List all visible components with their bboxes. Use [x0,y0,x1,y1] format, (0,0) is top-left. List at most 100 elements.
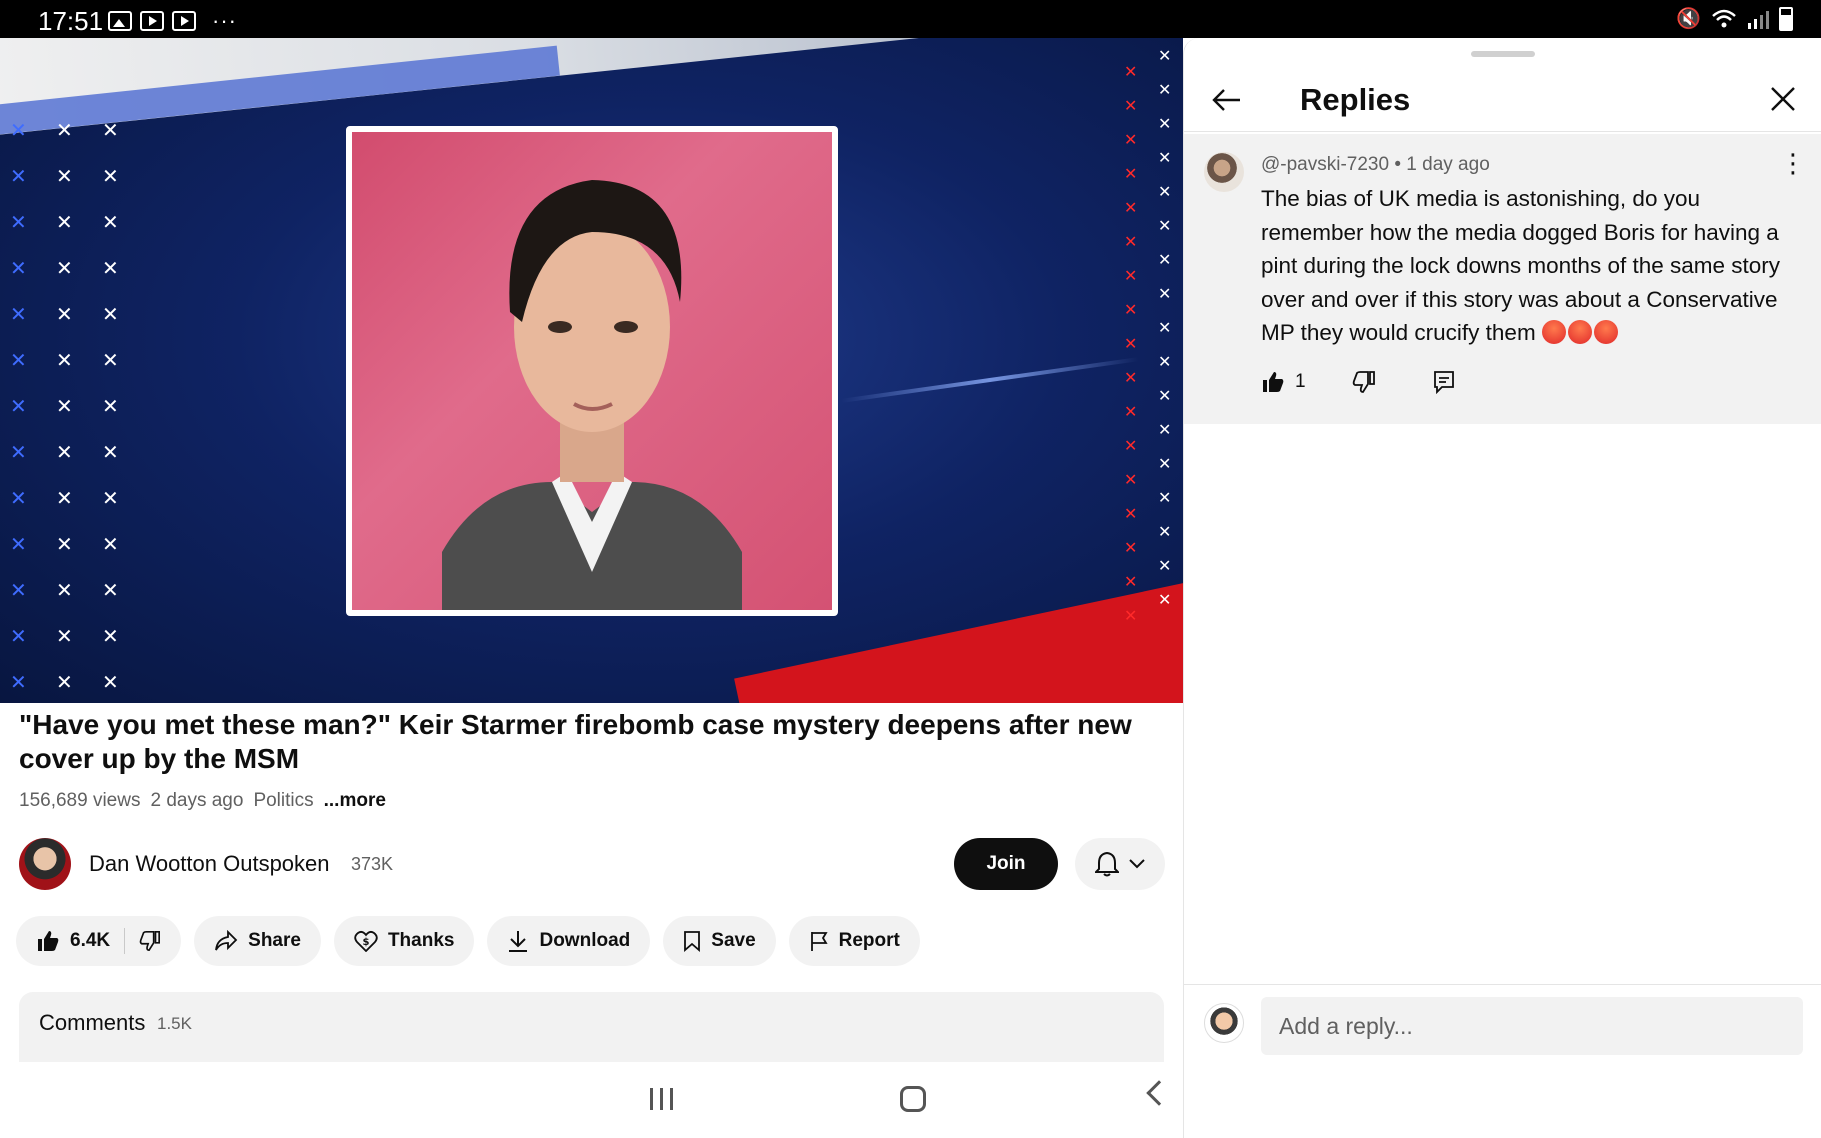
thanks-label: Thanks [387,930,455,951]
more-link[interactable]: ...more [324,790,386,812]
upload-age: 2 days ago [150,790,244,811]
thumbnail-x-mark: ✕ [1158,320,1172,337]
thumbnail-x-mark: ✕ [1158,558,1172,575]
more-vert-icon[interactable]: ⋮ [1780,150,1806,176]
thumbnail-portrait [346,126,838,616]
share-icon [215,930,238,951]
thumbnail-x-mark: ✕ [102,626,119,648]
thumbs-up-icon[interactable] [36,929,60,953]
comment-header: @-pavski-7230 • 1 day ago [1261,154,1490,176]
replies-title: Replies [1300,82,1411,117]
thanks-button[interactable]: $ Thanks [333,916,475,966]
comments-count: 1.5K [157,1014,192,1033]
thumbnail-x-mark: ✕ [1158,456,1172,473]
thumbs-down-icon[interactable] [139,930,161,952]
thumbnail-x-mark: ✕ [102,304,119,326]
youtube-icon [140,11,164,31]
thumbnail-x-mark: ✕ [1158,524,1172,541]
thumbnail-x-mark: ✕ [102,442,119,464]
comment-author[interactable]: @-pavski-7230 [1261,154,1389,175]
comment-like-count: 1 [1295,371,1306,392]
video-meta[interactable]: 156,689 views 2 days ago Politics ...mor… [19,790,386,812]
thumbnail-x-mark: ✕ [10,442,27,464]
thumbnail-x-mark: ✕ [102,258,119,280]
download-button[interactable]: Download [487,916,651,966]
channel-row: Dan Wootton Outspoken 373K Join [19,838,1169,892]
report-button[interactable]: Report [788,916,920,966]
comment-age: 1 day ago [1406,154,1490,175]
thumbnail-x-mark: ✕ [1124,98,1138,115]
commenter-avatar[interactable] [1204,152,1244,192]
status-bar: 17:51 ··· 🔇 [0,0,1821,38]
thumbnail-x-mark: ✕ [10,304,27,326]
like-dislike-group: 6.4K [16,916,182,966]
back-nav-icon[interactable] [1146,1080,1172,1106]
save-button[interactable]: Save [663,916,776,966]
thumbnail-x-mark: ✕ [56,212,73,234]
share-button[interactable]: Share [194,916,321,966]
parent-comment: @-pavski-7230 • 1 day ago The bias of UK… [1184,134,1821,424]
reply-input[interactable] [1261,997,1803,1055]
subscriber-count: 373K [351,854,394,874]
drag-handle[interactable] [1471,51,1535,57]
svg-text:$: $ [362,937,369,948]
thumbnail-x-mark: ✕ [102,212,119,234]
gallery-icon [108,11,132,31]
bookmark-icon [684,931,701,952]
back-arrow-icon[interactable] [1208,82,1244,118]
channel-avatar[interactable] [19,838,71,890]
thumbnail-x-mark: ✕ [1124,574,1138,591]
thumbnail-x-mark: ✕ [1124,64,1138,81]
comments-section[interactable]: Comments 1.5K [19,992,1164,1062]
status-notification-icons: ··· [108,8,237,34]
join-button[interactable]: Join [954,838,1058,890]
view-count: 156,689 views [19,790,141,811]
channel-name[interactable]: Dan Wootton Outspoken [89,851,330,877]
close-icon[interactable] [1766,82,1800,116]
thumbs-up-icon[interactable] [1261,370,1285,394]
mute-icon: 🔇 [1676,8,1701,30]
category-tag: Politics [253,790,314,811]
thumbnail-x-mark: ✕ [1124,608,1138,625]
youtube-icon [172,11,196,31]
recents-icon[interactable] [650,1088,673,1110]
thumbnail-x-mark: ✕ [1158,286,1172,303]
thumbnail-x-mark: ✕ [1158,422,1172,439]
status-system-icons: 🔇 [1676,6,1793,31]
wifi-icon [1712,9,1736,27]
thumbnail-x-mark: ✕ [1124,336,1138,353]
flag-icon [810,932,828,951]
thumbnail-x-mark: ✕ [1158,218,1172,235]
notification-bell-button[interactable] [1075,838,1165,890]
home-icon[interactable] [900,1086,926,1112]
thumbnail-x-mark: ✕ [1158,184,1172,201]
thumbnail-x-mark: ✕ [1124,268,1138,285]
thumbnail-x-mark: ✕ [1124,404,1138,421]
thumbnail-x-mark: ✕ [102,580,119,602]
thumbnail-x-mark: ✕ [1124,540,1138,557]
like-count[interactable]: 6.4K [70,930,110,952]
portrait-figure [442,180,742,610]
thumbnail-x-mark: ✕ [56,396,73,418]
share-label: Share [248,930,301,951]
thumbnail-x-mark: ✕ [10,212,27,234]
thumbs-down-icon[interactable] [1352,370,1376,394]
video-player[interactable]: ✕ ✕ ✕ ✕ ✕ ✕ ✕ ✕ ✕ ✕ ✕ ✕ ✕ ✕ ✕ ✕ ✕ ✕ ✕ ✕ ✕ ✕ ✕ ✕ ✕ ✕ ✕ ✕ ✕ ✕ ✕ ✕ ✕ ✕ ✕ ✕ ✕ ✕ ✕ … [0,38,1183,703]
thumbnail-x-mark: ✕ [56,258,73,280]
download-label: Download [539,930,631,951]
thumbnail-x-mark: ✕ [102,488,119,510]
report-label: Report [838,930,900,951]
thumbnail-x-mark: ✕ [1124,166,1138,183]
thumbnail-x-mark: ✕ [1124,370,1138,387]
thumbnail-x-mark: ✕ [1158,388,1172,405]
thumbnail-lightning [841,357,1139,403]
thumbnail-x-mark: ✕ [56,350,73,372]
comment-body: The bias of UK media is astonishing, do … [1261,182,1781,350]
reply-icon[interactable] [1432,370,1456,394]
thumbnail-x-mark: ✕ [1158,116,1172,133]
download-icon [509,931,528,952]
thumbnail-x-mark: ✕ [1158,48,1172,65]
thumbnail-x-mark: ✕ [1124,438,1138,455]
video-title[interactable]: "Have you met these man?" Keir Starmer f… [19,708,1159,776]
thumbnail-x-mark: ✕ [102,166,119,188]
